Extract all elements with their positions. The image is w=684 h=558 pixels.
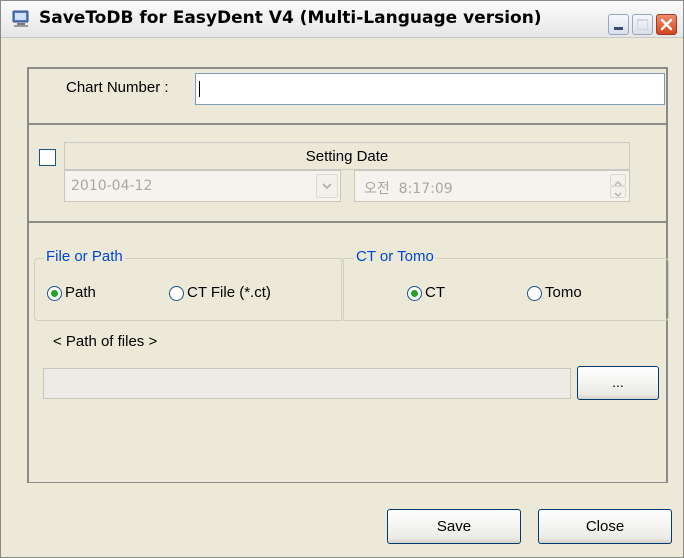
radio-selected-dot [411, 290, 418, 297]
radio-path[interactable] [47, 286, 62, 301]
setting-date-label: Setting Date [305, 148, 389, 165]
close-window-button[interactable] [656, 14, 677, 35]
date-dropdown-button[interactable] [316, 174, 338, 198]
window-title: SaveToDB for EasyDent V4 (Multi-Language… [39, 8, 542, 28]
radio-ct-file[interactable] [169, 286, 184, 301]
date-picker[interactable]: 2010-04-12 [64, 170, 341, 202]
setting-date-header: Setting Date [64, 142, 630, 170]
save-button[interactable]: Save [387, 509, 521, 544]
radio-path-label[interactable]: Path [65, 284, 96, 301]
time-spin-down[interactable] [610, 186, 626, 198]
app-icon [12, 10, 29, 27]
radio-ct[interactable] [407, 286, 422, 301]
chevron-down-icon [322, 183, 332, 190]
chart-number-label: Chart Number : [66, 79, 169, 96]
dialog-window: SaveToDB for EasyDent V4 (Multi-Language… [0, 0, 684, 558]
date-value: 2010-04-12 [71, 178, 153, 194]
browse-button[interactable]: ... [577, 366, 659, 400]
setting-date-checkbox[interactable] [39, 149, 56, 166]
radio-ct-file-label[interactable]: CT File (*.ct) [187, 284, 271, 301]
path-field [43, 368, 571, 399]
chevron-down-icon [614, 192, 622, 198]
minimize-button[interactable] [608, 14, 629, 35]
ct-or-tomo-label: CT or Tomo [354, 248, 436, 265]
radio-tomo-label[interactable]: Tomo [545, 284, 582, 301]
maximize-icon [637, 19, 648, 30]
radio-ct-label[interactable]: CT [425, 284, 445, 301]
ct-or-tomo-group [341, 258, 669, 321]
title-bar[interactable]: SaveToDB for EasyDent V4 (Multi-Language… [1, 1, 683, 38]
time-value: 오전 8:17:09 [364, 181, 453, 197]
text-caret [199, 81, 200, 97]
path-of-files-label: < Path of files > [53, 333, 158, 350]
radio-selected-dot [51, 290, 58, 297]
close-icon [660, 18, 673, 31]
radio-tomo[interactable] [527, 286, 542, 301]
time-picker[interactable]: 오전 8:17:09 [354, 170, 630, 202]
chart-number-input[interactable] [195, 73, 665, 105]
maximize-button[interactable] [632, 14, 653, 35]
time-spin-up[interactable] [610, 174, 626, 186]
file-or-path-label: File or Path [44, 248, 125, 265]
close-button[interactable]: Close [538, 509, 672, 544]
minimize-icon [614, 27, 623, 30]
